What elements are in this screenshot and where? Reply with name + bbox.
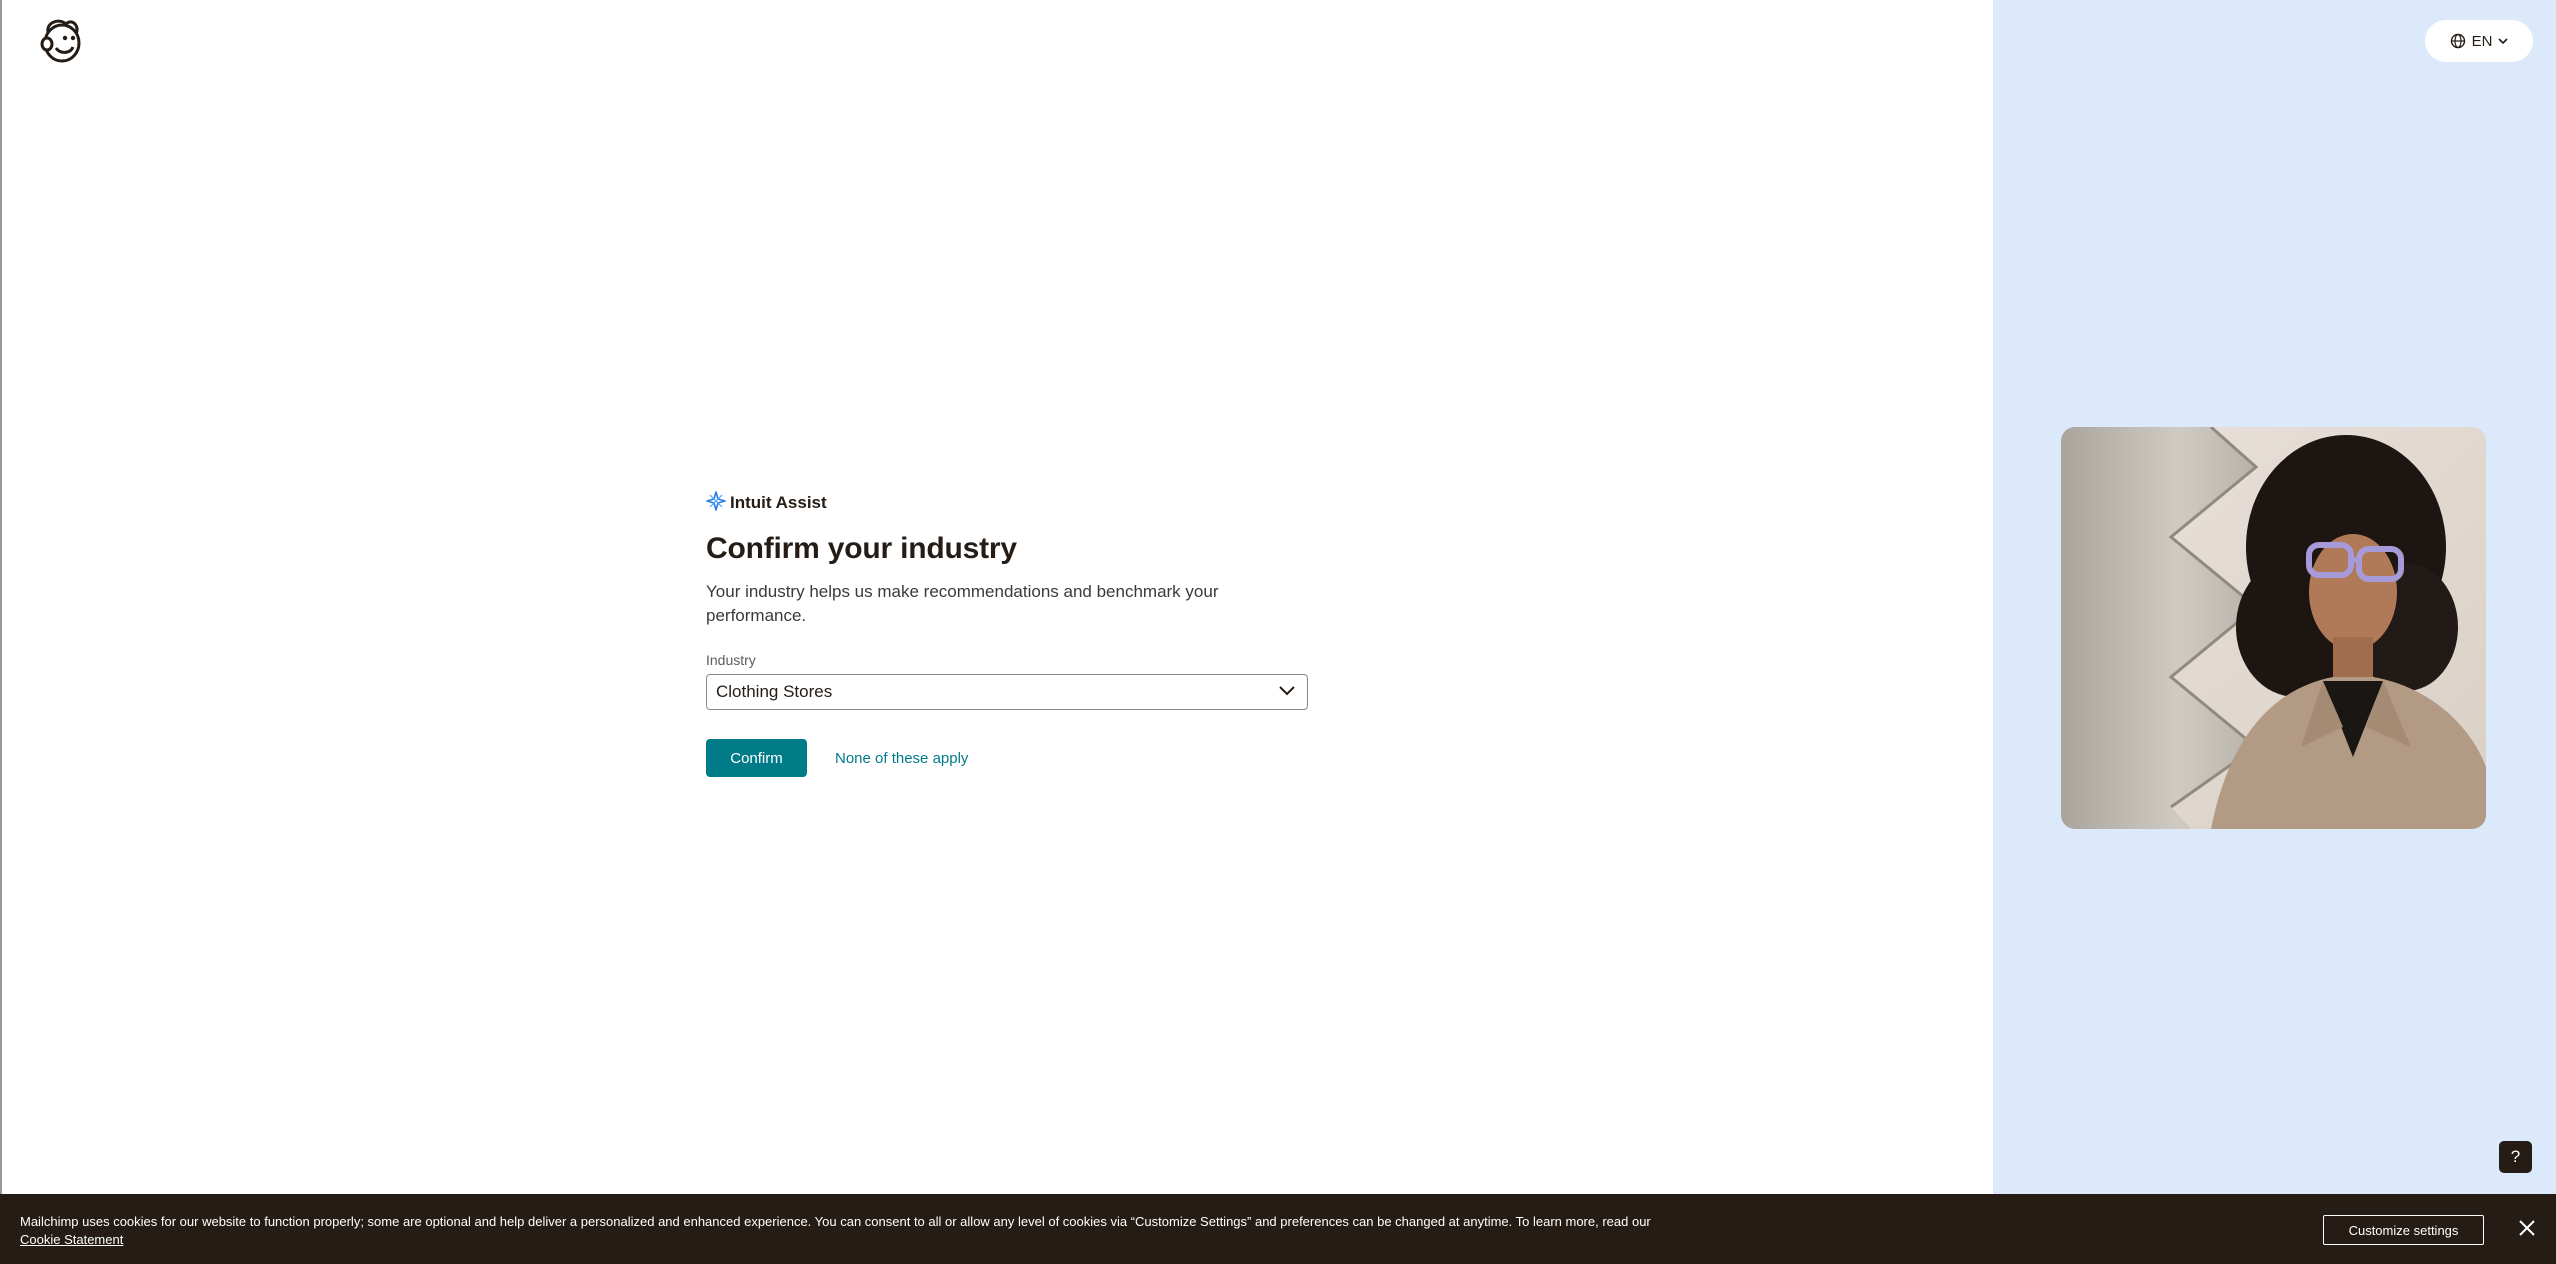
chevron-down-icon xyxy=(1279,683,1295,701)
globe-icon xyxy=(2450,33,2466,49)
language-selector[interactable]: EN xyxy=(2425,20,2533,62)
industry-field-label: Industry xyxy=(706,652,756,668)
industry-form: Intuit Assist Confirm your industry Your… xyxy=(706,490,1308,777)
help-button[interactable]: ? xyxy=(2499,1141,2532,1173)
confirm-button[interactable]: Confirm xyxy=(706,739,807,777)
language-label: EN xyxy=(2471,32,2493,50)
page-subtitle: Your industry helps us make recommendati… xyxy=(706,582,1219,625)
chevron-down-icon xyxy=(2498,37,2508,45)
form-actions: Confirm None of these apply xyxy=(706,739,1308,777)
close-cookie-banner-button[interactable] xyxy=(2513,1215,2541,1243)
none-of-these-apply-link[interactable]: None of these apply xyxy=(835,750,968,767)
industry-select-value: Clothing Stores xyxy=(716,682,833,701)
cookie-text: Mailchimp uses cookies for our website t… xyxy=(20,1213,1680,1249)
intuit-assist-row: Intuit Assist xyxy=(706,490,1308,516)
sparkle-icon xyxy=(706,490,726,516)
cookie-statement-link[interactable]: Cookie Statement xyxy=(20,1232,123,1247)
cookie-message: Mailchimp uses cookies for our website t… xyxy=(20,1214,1651,1229)
cookie-banner: Mailchimp uses cookies for our website t… xyxy=(0,1194,2556,1264)
intuit-assist-label: Intuit Assist xyxy=(730,493,827,512)
customize-settings-button[interactable]: Customize settings xyxy=(2323,1215,2484,1245)
hero-photo xyxy=(2061,427,2486,829)
close-icon xyxy=(2518,1219,2536,1240)
main-pane: Intuit Assist Confirm your industry Your… xyxy=(0,0,1993,1264)
industry-select[interactable]: Clothing Stores xyxy=(706,674,1308,710)
page-title: Confirm your industry xyxy=(706,532,1017,565)
page: Intuit Assist Confirm your industry Your… xyxy=(0,0,2556,1264)
mailchimp-logo-icon[interactable] xyxy=(38,16,84,64)
